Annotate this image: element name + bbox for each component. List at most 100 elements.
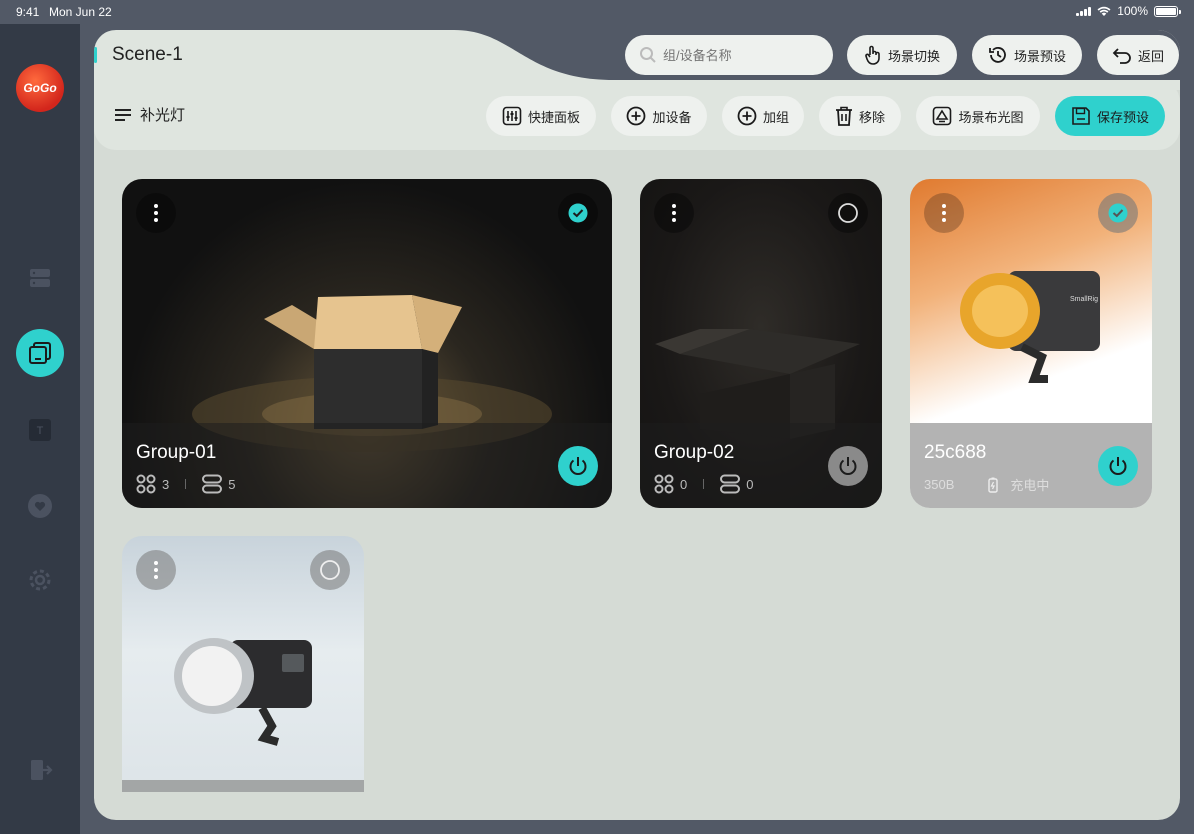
menu-label: 补光灯: [140, 107, 186, 124]
more-options-button[interactable]: [136, 550, 176, 590]
scene-title: Scene-1: [112, 44, 183, 65]
status-time: 9:41: [16, 5, 40, 19]
more-vertical-icon: [672, 204, 676, 222]
remove-label: 移除: [858, 109, 885, 125]
cellular-icon: [1076, 6, 1092, 16]
power-icon: [839, 457, 857, 475]
select-toggle[interactable]: [310, 550, 350, 590]
device-model: 350B: [924, 477, 955, 492]
empty-circle-icon: [838, 203, 858, 223]
add-device-button[interactable]: 加设备: [611, 96, 707, 136]
select-toggle[interactable]: [558, 193, 598, 233]
card-meta: 350B 充电中: [924, 475, 1049, 494]
sliders-icon: [502, 106, 522, 126]
device-card[interactable]: SmallRig 25c688 350B 充电中: [910, 179, 1152, 508]
group-count: 3: [162, 476, 170, 492]
menu-icon: [115, 108, 131, 121]
heart-icon: [28, 494, 52, 518]
power-button[interactable]: [558, 446, 598, 486]
group-count: 0: [680, 476, 688, 492]
sidebar-item-text[interactable]: T: [24, 414, 56, 446]
power-button[interactable]: [1098, 446, 1138, 486]
device-icon: [720, 474, 741, 494]
sidebar-item-devices[interactable]: [24, 262, 56, 294]
app-logo[interactable]: GoGo: [16, 64, 64, 112]
card-name: Group-02: [654, 442, 735, 463]
device-count: 0: [746, 476, 754, 492]
remove-button[interactable]: 移除: [819, 96, 901, 136]
menu-button[interactable]: 补光灯: [114, 104, 185, 125]
sidebar-item-favorites[interactable]: [24, 490, 56, 522]
device-card[interactable]: [122, 536, 364, 792]
empty-circle-icon: [320, 560, 340, 580]
back-button[interactable]: 返回: [1097, 35, 1179, 75]
more-options-button[interactable]: [654, 193, 694, 233]
card-meta: 0 0: [654, 474, 753, 494]
card-meta: 3 5: [136, 474, 235, 494]
group-icon: [654, 474, 674, 494]
more-vertical-icon: [154, 561, 158, 579]
add-device-label: 加设备: [652, 109, 692, 125]
trash-icon: [835, 106, 852, 126]
search-icon: [640, 47, 656, 63]
scene-accent-bar: [94, 47, 97, 63]
card-name: Group-01: [136, 442, 217, 463]
more-options-button[interactable]: [924, 193, 964, 233]
more-vertical-icon: [942, 204, 946, 222]
sidebar: GoGo T: [0, 24, 80, 834]
add-group-label: 加组: [762, 109, 789, 125]
group-card[interactable]: Group-01 3 5: [122, 179, 612, 508]
divider: [703, 479, 705, 489]
battery-icon: [1154, 5, 1181, 17]
select-toggle[interactable]: [828, 193, 868, 233]
battery-percent: 100%: [1117, 4, 1148, 18]
sidebar-item-scenes[interactable]: [16, 329, 64, 377]
add-group-button[interactable]: 加组: [722, 96, 804, 136]
group-card[interactable]: Group-02 0 0: [640, 179, 882, 508]
status-indicators: 100%: [1076, 4, 1181, 18]
quick-panel-button[interactable]: 快捷面板: [486, 96, 596, 136]
sidebar-item-settings[interactable]: [24, 564, 56, 596]
quick-panel-label: 快捷面板: [527, 109, 580, 125]
scene-icon: [29, 342, 51, 364]
scene-layout-button[interactable]: 场景布光图: [916, 96, 1040, 136]
charging-status: 充电中: [1010, 478, 1050, 493]
more-options-button[interactable]: [136, 193, 176, 233]
card-name: 25c688: [924, 442, 987, 463]
save-icon: [1072, 107, 1090, 125]
back-arrow-icon: [1112, 48, 1131, 64]
power-icon: [1109, 457, 1127, 475]
search-input[interactable]: [663, 47, 813, 63]
device-icon: [202, 474, 223, 494]
scene-preset-button[interactable]: 场景预设: [972, 35, 1082, 75]
back-label: 返回: [1137, 48, 1164, 64]
search-box[interactable]: [625, 35, 833, 75]
select-toggle[interactable]: [1098, 193, 1138, 233]
svg-text:T: T: [37, 425, 44, 437]
status-bar: 9:41 Mon Jun 22 100%: [0, 0, 1194, 24]
card-footer: [122, 423, 612, 508]
check-circle-icon: [568, 203, 588, 223]
switch-scene-button[interactable]: 场景切换: [847, 35, 957, 75]
layout-lamp-icon: [933, 106, 952, 126]
device-list-icon: [30, 269, 50, 287]
history-icon: [989, 47, 1006, 63]
switch-scene-label: 场景切换: [887, 48, 940, 64]
scene-preset-label: 场景预设: [1013, 48, 1066, 64]
save-preset-button[interactable]: 保存预设: [1055, 96, 1165, 136]
check-circle-icon: [1108, 203, 1128, 223]
main-panel: Scene-1 场景切换 场景预设 返回 补光灯 快捷面板 加设备 加组: [94, 30, 1180, 820]
card-footer: [122, 780, 364, 792]
svg-text:SmallRig: SmallRig: [1070, 296, 1098, 303]
battery-charging-icon: [988, 477, 999, 493]
save-preset-label: 保存预设: [1096, 109, 1149, 125]
plus-circle-icon: [627, 106, 646, 126]
toolbar: 补光灯 快捷面板 加设备 加组 移除 场景布光图 保存预设: [94, 80, 1180, 150]
hand-tap-icon: [865, 45, 880, 65]
power-button[interactable]: [828, 446, 868, 486]
sidebar-item-exit[interactable]: [24, 754, 56, 786]
group-icon: [136, 474, 156, 494]
wifi-icon: [1097, 6, 1111, 16]
gear-icon: [29, 569, 51, 591]
device-count: 5: [228, 476, 236, 492]
